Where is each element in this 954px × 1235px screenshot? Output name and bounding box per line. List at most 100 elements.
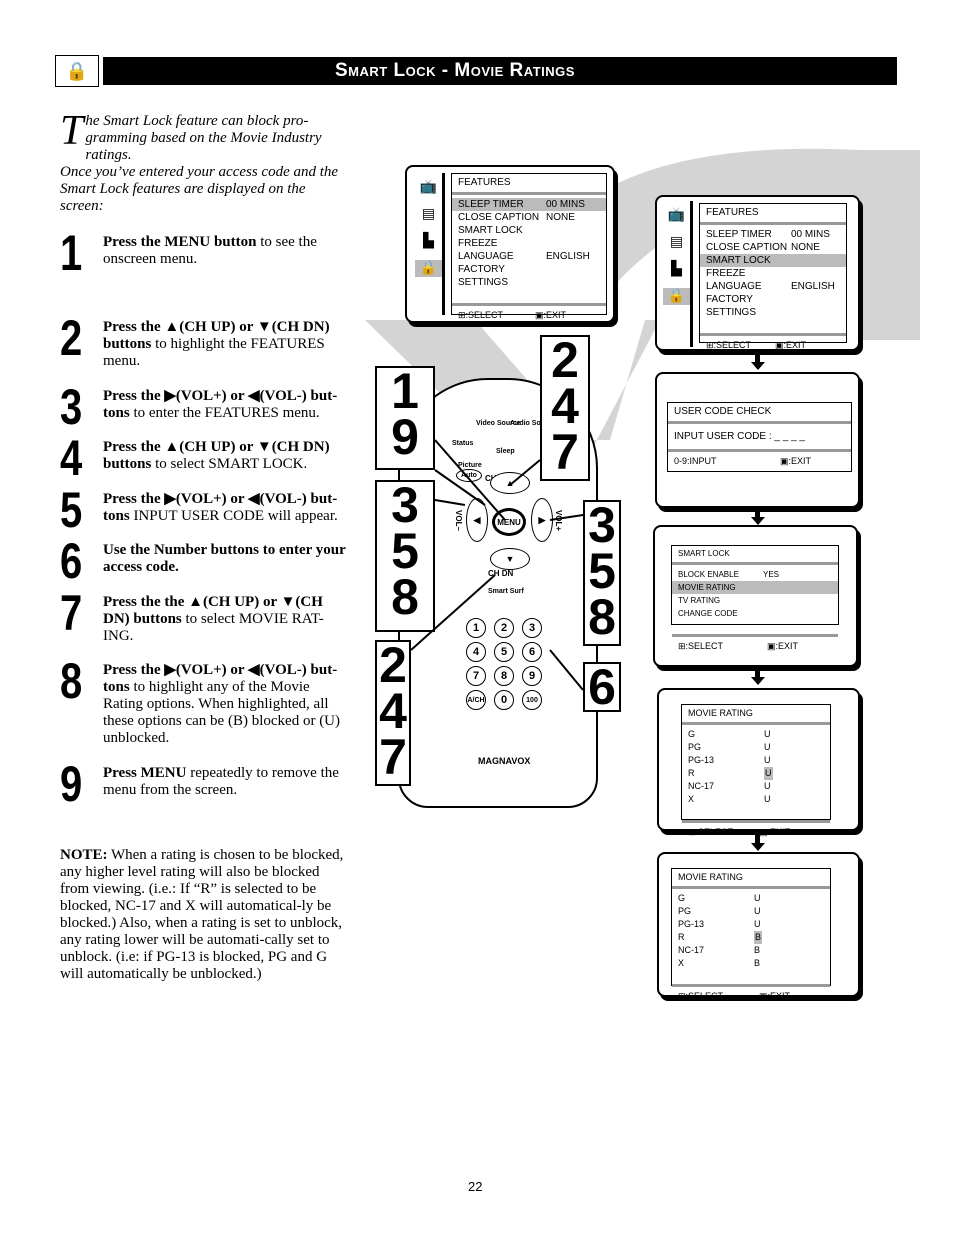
status-label: Status — [452, 440, 474, 447]
sound-icon: ▤ — [421, 207, 436, 222]
key-0[interactable]: 0 — [494, 690, 514, 710]
smart-lock-icon: 🔒 — [55, 55, 99, 87]
menu-button[interactable]: MENU — [492, 508, 526, 536]
intro-text: The Smart Lock feature can block pro-gra… — [60, 110, 350, 215]
menu-item[interactable]: CHANGE CODE — [672, 607, 838, 620]
menu-icons: 📺 ▤ ▙ 🔒 — [663, 201, 693, 347]
key-5[interactable]: 5 — [494, 642, 514, 662]
exit-hint: ▣:EXIT — [534, 310, 566, 320]
key-9[interactable]: 9 — [522, 666, 542, 686]
auto-button[interactable]: Auto — [456, 469, 482, 482]
picture-label: Picture — [458, 462, 482, 469]
exit-hint: ▣:EXIT — [779, 456, 811, 466]
key-100[interactable]: 100 — [522, 690, 542, 710]
arrow-down-icon — [751, 668, 765, 686]
select-hint: ⊞:SELECT — [688, 827, 734, 837]
smart-surf-label: Smart Surf — [488, 588, 524, 595]
menu-item[interactable]: MOVIE RATING — [672, 581, 838, 594]
menu-title: SMART LOCK — [672, 546, 838, 565]
menu-item[interactable]: RU — [682, 767, 830, 780]
menu-item[interactable]: PG-13 U — [682, 754, 830, 767]
screen-features-1: 📺 ▤ ▙ 🔒 FEATURES SLEEP TIMER 00 MINS CLOSE CAP… — [405, 165, 615, 323]
menu-item[interactable]: LANGUAGE ENGLISH — [452, 250, 606, 263]
step-number: 2 — [60, 310, 83, 366]
step-number: 7 — [60, 585, 83, 641]
menu-item[interactable]: RB — [672, 931, 830, 944]
menu-title: FEATURES — [700, 204, 846, 225]
screen-movie-rating-2: MOVIE RATING G U PG U PG-13 U R B NC-17 B X B ⊞:SELEC… — [657, 852, 860, 1001]
screen-user-code: USER CODE CHECK INPUT USER CODE : _ _ _ … — [655, 372, 860, 508]
step-8: 8 Press the ▶(VOL+) or ◀(VOL-) but-tons t… — [60, 656, 352, 747]
exit-hint: ▣:EXIT — [758, 991, 790, 1001]
step-number: 1 — [60, 225, 83, 281]
menu-item[interactable]: GU — [682, 728, 830, 741]
menu-item[interactable]: SLEEP TIMER 00 MINS — [452, 198, 606, 211]
input-hint: 0-9:INPUT — [674, 456, 717, 466]
ch-up-button[interactable]: ▲ — [490, 472, 530, 494]
step-6: 6 Use the Number buttons to enter your ac… — [60, 536, 352, 586]
menu-item[interactable]: FREEZE — [452, 237, 606, 250]
vol-plus-button[interactable]: ▶ — [531, 498, 553, 542]
menu-item[interactable]: NC-17 U — [682, 780, 830, 793]
menu-item[interactable]: XB — [672, 957, 830, 970]
vol-plus-label: VOL+ — [554, 509, 564, 532]
menu-item[interactable]: PG U — [672, 905, 830, 918]
step-3: 3 Press the ▶(VOL+) or ◀(VOL-) but-tons t… — [60, 382, 352, 432]
step-text: Press the ▶(VOL+) or ◀(VOL-) but-tons IN… — [103, 491, 338, 524]
callout-3-5-8-left: 358 — [375, 480, 435, 632]
menu-item[interactable]: FACTORY SETTINGS — [700, 293, 846, 319]
step-number: 4 — [60, 430, 83, 486]
step-2: 2 Press the ▲(CH UP) or ▼(CH DN) buttons … — [60, 313, 352, 370]
menu-item[interactable]: PG U — [682, 741, 830, 754]
menu-item[interactable]: GU — [672, 892, 830, 905]
vol-minus-button[interactable]: ◀ — [466, 498, 488, 542]
exit-hint: ▣:EXIT — [774, 340, 806, 350]
menu-title: MOVIE RATING — [672, 869, 830, 889]
key-8[interactable]: 8 — [494, 666, 514, 686]
select-hint: ⊞:SELECT — [706, 340, 752, 350]
step-4: 4 Press the ▲(CH UP) or ▼(CH DN) buttons … — [60, 433, 352, 483]
key-2[interactable]: 2 — [494, 618, 514, 638]
note-text: When a rating is chosen to be blocked, a… — [60, 847, 344, 982]
key-6[interactable]: 6 — [522, 642, 542, 662]
menu-item[interactable]: LANGUAGE ENGLISH — [700, 280, 846, 293]
key-3[interactable]: 3 — [522, 618, 542, 638]
sound-icon: ▤ — [669, 235, 684, 250]
note-label: NOTE: — [60, 847, 108, 863]
menu-item[interactable]: CLOSE CAPTION NONE — [452, 211, 606, 224]
menu-item[interactable]: SLEEP TIMER 00 MINS — [700, 228, 846, 241]
step-text: Press the ▲(CH UP) or ▼(CH DN) buttons t… — [103, 319, 330, 369]
step-number: 8 — [60, 653, 83, 709]
user-code-prompt[interactable]: INPUT USER CODE : _ _ _ _ — [668, 424, 851, 449]
menu-item[interactable]: SMART LOCK — [700, 254, 846, 267]
select-hint: ⊞:SELECT — [678, 641, 724, 651]
step-text: Press the MENU button to see the onscree… — [103, 234, 317, 267]
menu-item[interactable]: PG-13 U — [672, 918, 830, 931]
menu-item[interactable]: CLOSE CAPTION NONE — [700, 241, 846, 254]
key-1[interactable]: 1 — [466, 618, 486, 638]
step-text: Press the ▶(VOL+) or ◀(VOL-) but-tons to… — [103, 662, 341, 746]
features-menu: FEATURES SLEEP TIMER 00 MINS CLOSE CAPTION N… — [699, 203, 847, 350]
key-7[interactable]: 7 — [466, 666, 486, 686]
features-icon: 🔒 — [415, 260, 442, 277]
features-icon: 🔒 — [663, 288, 690, 305]
ch-dn-button[interactable]: ▼ — [490, 548, 530, 570]
menu-item[interactable]: BLOCK ENABLE YES — [672, 568, 838, 581]
menu-item[interactable]: NC-17 B — [672, 944, 830, 957]
menu-item[interactable]: XU — [682, 793, 830, 806]
menu-title: FEATURES — [452, 174, 606, 195]
menu-item[interactable]: TV RATING — [672, 594, 838, 607]
exit-hint: ▣:EXIT — [766, 641, 798, 651]
ch-dn-label: CH DN — [488, 569, 514, 578]
step-number: 6 — [60, 533, 83, 589]
menu-item[interactable]: FREEZE — [700, 267, 846, 280]
channel-icon: ▙ — [671, 262, 682, 277]
callout-6: 6 — [583, 662, 621, 712]
arrow-down-icon — [751, 353, 765, 371]
key-a-ch[interactable]: A/CH — [466, 690, 486, 710]
key-4[interactable]: 4 — [466, 642, 486, 662]
menu-item[interactable]: FACTORY SETTINGS — [452, 263, 606, 289]
step-text: Press the ▶(VOL+) or ◀(VOL-) but-tons to… — [103, 388, 338, 421]
step-number: 3 — [60, 379, 83, 435]
menu-item[interactable]: SMART LOCK — [452, 224, 606, 237]
